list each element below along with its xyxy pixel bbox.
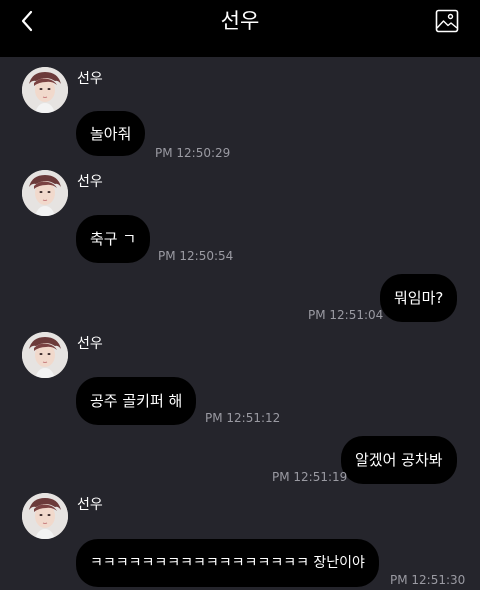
sender-name: 선우 xyxy=(77,336,103,352)
profile-photo-icon xyxy=(22,332,68,378)
message-bubble[interactable]: 축구 ㄱ xyxy=(76,215,151,263)
message-bubble[interactable]: 공주 골키퍼 해 xyxy=(76,377,197,425)
sender-name: 선우 xyxy=(77,71,103,87)
profile-photo-icon xyxy=(22,493,68,539)
message-bubble[interactable]: ㅋㅋㅋㅋㅋㅋㅋㅋㅋㅋㅋㅋㅋㅋㅋㅋㅋ 장난이야 xyxy=(76,539,379,587)
chat-title: 선우 xyxy=(220,9,260,33)
message-bubble[interactable]: 알겠어 공차봐 xyxy=(341,436,457,484)
sender-name: 선우 xyxy=(77,174,103,190)
gallery-button[interactable] xyxy=(434,8,460,34)
message-timestamp: PM 12:51:19 xyxy=(272,470,348,484)
message-list[interactable]: 선우 놀아줘 PM 12:50:29 선우 축구 ㄱ PM 12:50:54 뭐… xyxy=(0,57,480,590)
message-timestamp: PM 12:50:54 xyxy=(158,249,234,263)
profile-photo-icon xyxy=(22,67,68,113)
back-button[interactable] xyxy=(14,6,42,36)
avatar[interactable] xyxy=(22,170,68,216)
message-bubble[interactable]: 뭐임마? xyxy=(380,274,458,322)
image-icon xyxy=(435,9,459,33)
chat-header: 선우 xyxy=(0,0,480,57)
avatar[interactable] xyxy=(22,332,68,378)
sender-name: 선우 xyxy=(77,497,103,513)
avatar[interactable] xyxy=(22,493,68,539)
message-timestamp: PM 12:51:12 xyxy=(205,411,281,425)
message-timestamp: PM 12:51:30 xyxy=(390,573,466,587)
chevron-left-icon xyxy=(21,10,33,32)
profile-photo-icon xyxy=(22,170,68,216)
avatar[interactable] xyxy=(22,67,68,113)
message-bubble[interactable]: 놀아줘 xyxy=(76,111,146,156)
message-timestamp: PM 12:50:29 xyxy=(155,146,231,160)
message-timestamp: PM 12:51:04 xyxy=(308,308,384,322)
